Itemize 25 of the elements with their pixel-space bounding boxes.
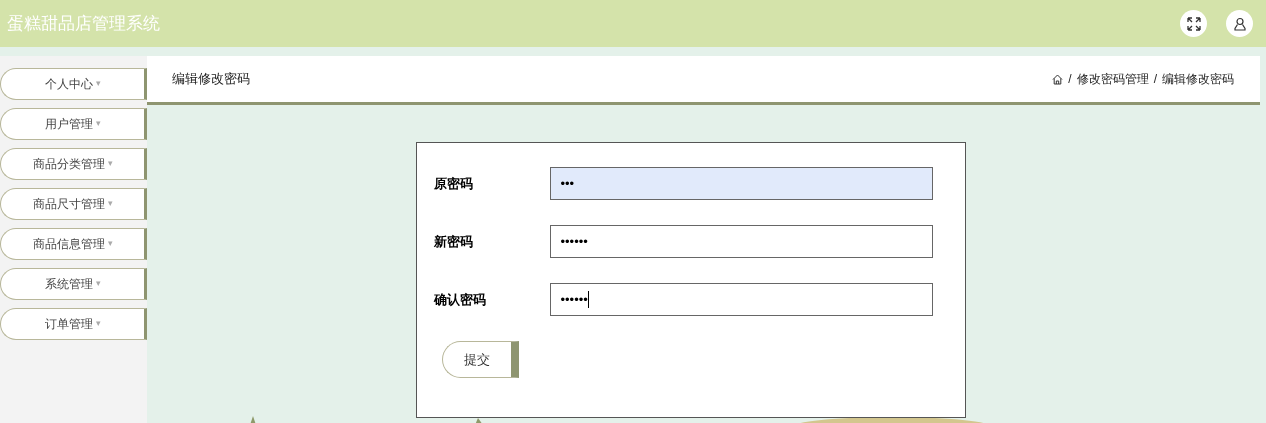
sidebar-item[interactable]: 用户管理 ▾ xyxy=(0,108,147,140)
sidebar-item[interactable]: 商品尺寸管理 ▾ xyxy=(0,188,147,220)
user-button[interactable] xyxy=(1226,10,1253,37)
fullscreen-icon xyxy=(1186,16,1201,31)
password-field[interactable]: •••••• xyxy=(549,225,933,258)
home-icon[interactable] xyxy=(1052,73,1064,85)
user-icon xyxy=(1232,16,1247,31)
sidebar-item[interactable]: 商品分类管理 ▾ xyxy=(0,148,147,180)
page-title: 编辑修改密码 xyxy=(172,70,250,89)
sidebar-item[interactable]: 订单管理 ▾ xyxy=(0,308,147,340)
breadcrumb-item[interactable]: 修改密码管理 xyxy=(1076,70,1149,88)
sidebar-item[interactable]: 商品信息管理 ▾ xyxy=(0,228,147,260)
app-title: 蛋糕甜品店管理系统 xyxy=(7,12,160,35)
submit-button[interactable]: 提交 xyxy=(441,341,519,378)
field-label: 确认密码 xyxy=(433,290,487,309)
breadcrumb-separator: / xyxy=(1153,71,1157,88)
field-label: 原密码 xyxy=(433,174,474,193)
breadcrumb-separator: / xyxy=(1068,71,1072,88)
password-field[interactable]: ••• xyxy=(549,167,933,200)
sidebar-item[interactable]: 个人中心 ▾ xyxy=(0,68,147,100)
breadcrumb-item[interactable]: 编辑修改密码 xyxy=(1162,70,1234,88)
sidebar-item[interactable]: 系统管理 ▾ xyxy=(0,268,147,300)
password-field[interactable]: •••••• xyxy=(549,283,933,316)
fullscreen-button[interactable] xyxy=(1180,10,1207,37)
field-label: 新密码 xyxy=(433,232,474,251)
